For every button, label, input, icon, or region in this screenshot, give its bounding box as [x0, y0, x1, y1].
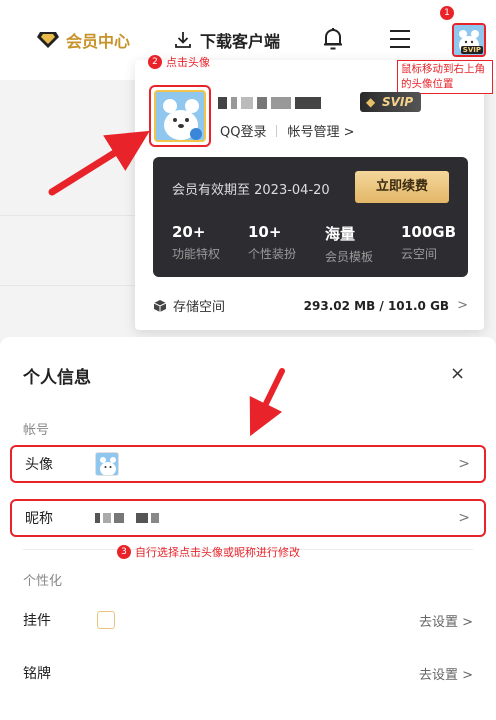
vip-stat-value: 100GB — [401, 223, 457, 241]
nameplate-label: 铭牌 — [23, 666, 51, 682]
chevron-right-icon: > — [458, 510, 470, 526]
nameplate-row[interactable]: 铭牌 去设置 > — [23, 663, 473, 683]
personalize-section-label: 个性化 — [23, 574, 63, 589]
step-1-note: 鼠标移动到右上角的头像位置 — [397, 60, 493, 94]
qq-login-label: QQ登录 — [220, 125, 267, 140]
background-divider — [0, 285, 140, 286]
chevron-right-icon: > — [458, 456, 470, 472]
step-2-note: 点击头像 — [166, 56, 210, 69]
nickname-row-label: 昵称 — [25, 511, 53, 527]
pendant-row[interactable]: 挂件 去设置 > — [23, 610, 473, 630]
personal-info-sheet: 个人信息 × 帐号 头像 > 昵称 > 个性化 挂件 去设置 > 铭牌 去设置 … — [0, 337, 496, 720]
step-3-tip: 3 自行选择点击头像或昵称进行修改 — [117, 544, 300, 560]
vip-stat-label: 云空间 — [401, 247, 438, 261]
vip-stat-value: 10+ — [248, 223, 282, 241]
dropdown-avatar[interactable] — [149, 85, 211, 147]
vip-stat-label: 个性装扮 — [248, 247, 297, 261]
avatar-row-label: 头像 — [25, 457, 53, 473]
close-icon[interactable]: × — [450, 363, 465, 384]
vip-center-label: 会员中心 — [66, 32, 131, 51]
vip-expire-text: 会员有效期至 2023-04-20 — [172, 183, 330, 198]
background-divider — [0, 215, 140, 216]
vip-stat: 10+ 个性装扮 — [248, 223, 296, 262]
download-client-label: 下载客户端 — [200, 32, 281, 51]
vip-stat: 20+ 功能特权 — [172, 223, 220, 262]
pendant-label: 挂件 — [23, 613, 51, 629]
vip-stat: 100GB 云空间 — [401, 223, 456, 262]
step-3-badge: 3 — [117, 545, 131, 559]
username-masked — [218, 97, 321, 109]
vip-center-link[interactable]: 会员中心 — [36, 28, 130, 52]
step-2-tip: 2 点击头像 — [148, 54, 210, 70]
download-icon — [175, 32, 191, 48]
cube-icon — [153, 299, 167, 312]
vip-card: 会员有效期至 2023-04-20 立即续费 20+ 功能特权 10+ 个性装扮… — [153, 157, 468, 277]
nickname-row[interactable]: 昵称 > — [10, 499, 486, 537]
svip-tag: SVIP — [360, 92, 422, 112]
renew-button[interactable]: 立即续费 — [355, 171, 449, 203]
avatar-row[interactable]: 头像 > — [10, 445, 486, 483]
nickname-masked — [95, 513, 159, 523]
avatar-thumbnail — [95, 452, 119, 476]
step-2-badge: 2 — [148, 55, 162, 69]
storage-value: 293.02 MB / 101.0 GB — [303, 298, 450, 313]
vip-stat-label: 会员模板 — [325, 250, 374, 264]
sheet-title: 个人信息 — [23, 368, 91, 388]
storage-label: 存储空间 — [173, 300, 226, 315]
download-client-link[interactable]: 下载客户端 — [174, 28, 280, 52]
top-avatar[interactable]: SVIP — [452, 23, 486, 57]
account-manage-link[interactable]: 帐号管理 > — [287, 121, 354, 140]
chevron-right-icon: > — [457, 298, 468, 313]
vip-stat: 海量 会员模板 — [325, 223, 373, 265]
storage-row[interactable]: 存储空间 293.02 MB / 101.0 GB > — [153, 296, 468, 315]
pendant-settings-link[interactable]: 去设置 > — [419, 611, 473, 630]
vip-stat-value: 20+ — [172, 223, 206, 241]
diamond-icon — [37, 32, 59, 48]
vip-stat-value: 海量 — [325, 225, 356, 243]
bear-avatar-icon — [96, 453, 118, 475]
account-links: QQ登录 帐号管理 > — [220, 121, 355, 140]
nameplate-settings-link[interactable]: 去设置 > — [419, 664, 473, 683]
bell-icon[interactable] — [321, 26, 345, 52]
step-3-note: 自行选择点击头像或昵称进行修改 — [135, 546, 300, 559]
bear-avatar-icon — [156, 92, 204, 140]
account-section-label: 帐号 — [23, 423, 50, 438]
menu-icon[interactable] — [389, 29, 411, 49]
divider — [276, 124, 278, 137]
top-avatar-svip-badge: SVIP — [460, 46, 483, 54]
vip-stat-label: 功能特权 — [172, 247, 221, 261]
pendant-preview — [97, 611, 115, 629]
step-1-badge: 1 — [440, 6, 454, 20]
